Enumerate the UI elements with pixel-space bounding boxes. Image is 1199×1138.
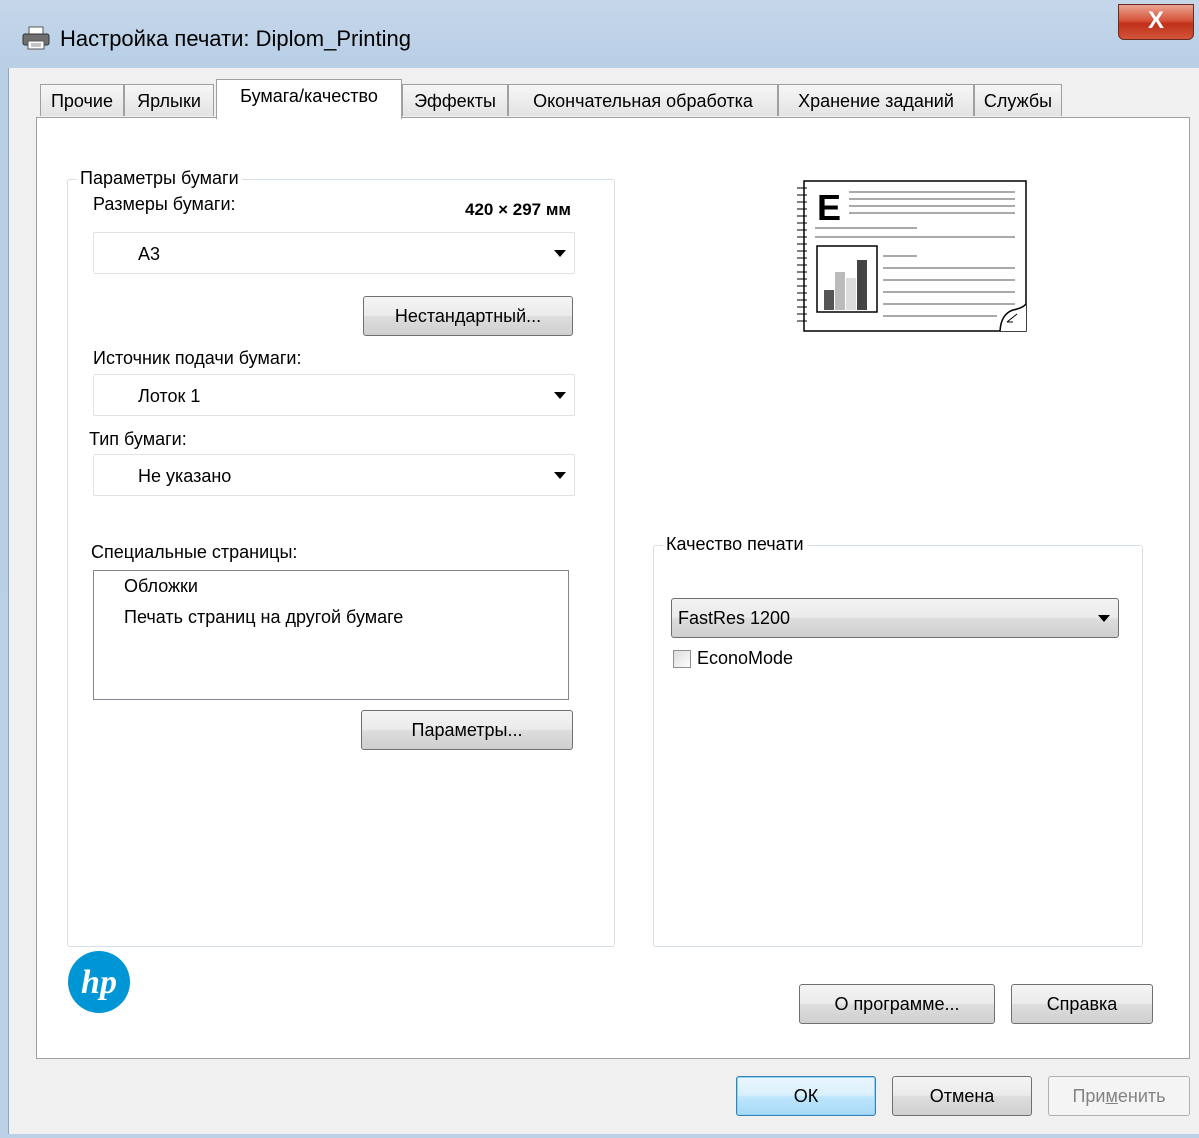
tab-panel: Параметры бумаги Размеры бумаги: 420 × 2… [36,117,1190,1059]
title-bar[interactable]: Настройка печати: Diplom_Printing X [0,0,1199,70]
paper-type-value: Не указано [138,466,232,486]
tab-paper-quality[interactable]: Бумага/качество [216,79,402,119]
paper-size-label: Размеры бумаги: [93,194,236,214]
print-quality-legend: Качество печати [663,534,807,555]
ok-button[interactable]: ОК [736,1076,876,1116]
tab-shortcuts[interactable]: Ярлыки [124,84,214,116]
apply-button[interactable]: Применить [1048,1076,1190,1116]
paper-source-label: Источник подачи бумаги: [93,348,302,368]
apply-label-start: При [1072,1086,1106,1106]
hp-logo-text: hp [81,964,117,1001]
print-quality-select[interactable]: FastRes 1200 [671,598,1119,638]
tab-job-storage[interactable]: Хранение заданий [778,84,974,116]
special-pages-list[interactable]: Обложки Печать страниц на другой бумаге [93,570,569,700]
window-title: Настройка печати: Diplom_Printing [60,26,411,51]
list-item[interactable]: Печать страниц на другой бумаге [124,607,403,628]
paper-options-group [67,179,615,947]
parameters-button[interactable]: Параметры... [361,710,573,750]
window-frame: Настройка печати: Diplom_Printing X Проч… [0,0,1199,1138]
help-button[interactable]: Справка [1011,984,1153,1024]
chevron-down-icon [554,250,566,257]
custom-size-button[interactable]: Нестандартный... [363,296,573,336]
print-quality-value: FastRes 1200 [678,608,791,628]
chevron-down-icon [554,472,566,479]
chevron-down-icon [1098,615,1110,622]
economode-checkbox[interactable] [673,650,691,668]
page-preview-icon: E [797,180,1027,332]
paper-source-select[interactable]: Лоток 1 [93,374,575,416]
chevron-down-icon [554,392,566,399]
cancel-button[interactable]: Отмена [892,1076,1032,1116]
apply-label-mnemonic: м [1105,1086,1118,1106]
paper-size-select[interactable]: A3 [93,232,575,274]
paper-type-label: Тип бумаги: [89,429,187,449]
tab-other[interactable]: Прочие [40,84,124,116]
paper-source-value: Лоток 1 [138,386,201,406]
close-button[interactable]: X [1118,4,1194,40]
tab-services[interactable]: Службы [974,84,1062,116]
apply-label-end: енить [1117,1086,1166,1106]
paper-type-select[interactable]: Не указано [93,454,575,496]
special-pages-label: Специальные страницы: [91,542,298,562]
about-button[interactable]: О программе... [799,984,995,1024]
printer-icon [22,26,50,50]
hp-logo-icon: hp [68,951,130,1013]
tab-effects[interactable]: Эффекты [402,84,508,116]
paper-dimensions: 420 × 297 мм [465,200,571,219]
preview-letter: E [817,187,841,228]
paper-size-value: A3 [138,244,161,264]
economode-label[interactable]: EconoMode [697,648,793,669]
list-item[interactable]: Обложки [124,576,198,597]
paper-options-legend: Параметры бумаги [77,168,242,189]
tab-finishing[interactable]: Окончательная обработка [508,84,778,116]
